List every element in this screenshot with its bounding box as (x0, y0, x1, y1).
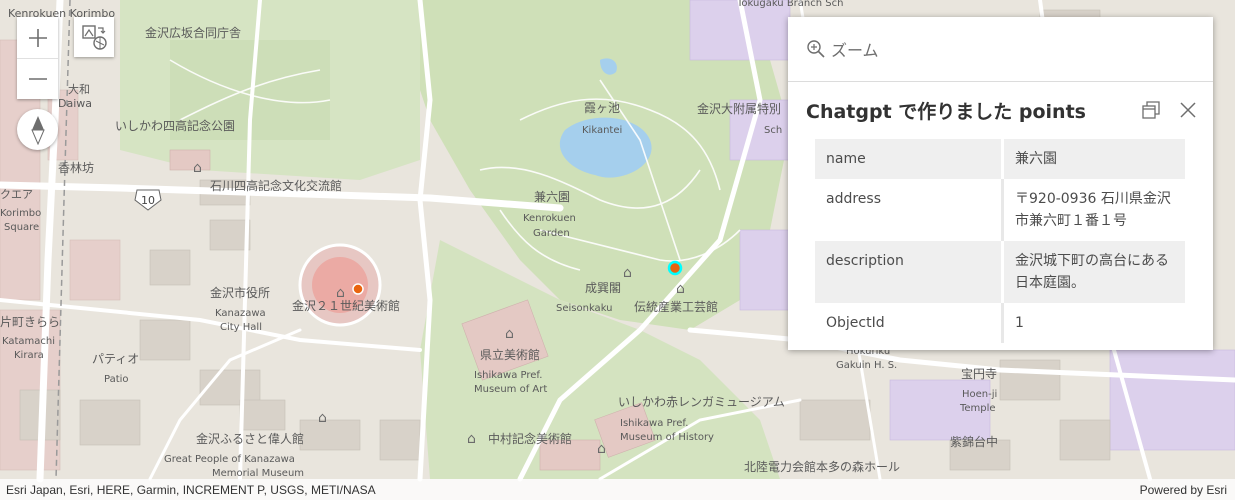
map-label: Katamachi (2, 336, 55, 347)
map-label: 片町きらら (0, 315, 60, 329)
close-icon (1180, 102, 1196, 118)
map-label: 伝統産業工芸館 (634, 299, 718, 314)
map-label: 北陸電力会館本多の森ホール (744, 459, 900, 474)
attribute-key: description (815, 241, 1004, 303)
map-label: 成巽閣 (585, 281, 621, 295)
museum-icon: ⌂ (318, 410, 327, 426)
map-label: Ishikawa Pref. (620, 418, 688, 429)
attribute-value: 金沢城下町の高台にある日本庭園。 (1002, 241, 1185, 303)
map-label: Sch (764, 125, 782, 136)
popup-toolbar: ズーム (788, 17, 1213, 82)
map-label: 香林坊 (58, 160, 94, 175)
attribute-key: ObjectId (815, 303, 1004, 343)
table-row: ObjectId 1 (815, 303, 1185, 343)
attribute-key: name (815, 139, 1004, 179)
museum-icon: ⌂ (467, 431, 476, 447)
map-label: Korimbo (0, 208, 41, 219)
map-label: 県立美術館 (480, 347, 540, 362)
zoom-to-feature-button[interactable]: ズーム (806, 37, 879, 61)
attribute-value: 〒920-0936 石川県金沢市兼六町１番１号 (1015, 191, 1171, 229)
map-label: いしかわ赤レンガミュージアム (618, 395, 785, 409)
attribute-value: 1 (1015, 315, 1024, 331)
map-label: 宝円寺 (961, 367, 997, 381)
map-label: City Hall (220, 322, 262, 333)
map-label: Gakuin H. S. (836, 360, 897, 371)
close-popup-button[interactable] (1179, 101, 1197, 119)
attribution-sources[interactable]: Esri Japan, Esri, HERE, Garmin, INCREMEN… (6, 483, 376, 497)
map-label: Seisonkaku (556, 303, 613, 314)
museum-icon: ⌂ (623, 265, 632, 281)
map-label: 金沢ふるさと偉人館 (196, 431, 304, 446)
table-row: address 〒920-0936 石川県金沢市兼六町１番１号 (815, 179, 1185, 241)
powered-by-esri-link[interactable]: Powered by Esri (1140, 483, 1227, 497)
attribution-bar: Esri Japan, Esri, HERE, Garmin, INCREMEN… (0, 479, 1235, 500)
popup-header: Chatgpt で作りました points (788, 82, 1213, 138)
map-label: Temple (959, 403, 996, 414)
basemap-toggle-button[interactable] (74, 17, 114, 57)
map-label: 霞ヶ池 (584, 101, 620, 115)
zoom-in-magnifier-icon (807, 40, 825, 58)
plus-icon (28, 28, 47, 47)
map-label: Museum of History (620, 432, 714, 443)
map-label: Tokugaku Branch Sch (736, 0, 843, 9)
map-label: 金沢２１世紀美術館 (292, 298, 400, 313)
attribute-value: 兼六園 (1002, 139, 1185, 179)
map-label: 金沢広坂合同庁舎 (145, 25, 241, 40)
map-label: Patio (104, 374, 129, 385)
route-number-label: 10 (141, 194, 155, 207)
map-label: Kanazawa (215, 308, 266, 319)
map-label: 金沢大附属特別 (697, 101, 781, 116)
map-label: 紫錦台中 (950, 434, 998, 449)
map-label: Daiwa (58, 97, 92, 110)
museum-icon: ⌂ (505, 326, 514, 342)
compass-button[interactable] (17, 109, 58, 150)
museum-icon: ⌂ (676, 281, 685, 297)
map-label: Square (4, 222, 39, 233)
minus-icon (28, 78, 47, 80)
museum-icon: ⌂ (193, 160, 202, 176)
map-label: 中村記念美術館 (488, 431, 572, 446)
map-label: 兼六園 (534, 190, 570, 204)
point-marker (352, 283, 364, 295)
zoom-in-button[interactable] (17, 17, 58, 58)
map-label: Ishikawa Pref. (474, 370, 542, 381)
museum-icon: ⌂ (597, 441, 606, 457)
zoom-action-label: ズーム (831, 41, 879, 60)
zoom-controls (17, 17, 58, 99)
map-label: 石川四高記念文化交流館 (210, 178, 342, 193)
map-label: 金沢市役所 (210, 285, 270, 300)
attribute-key: address (815, 179, 1004, 241)
map-swap-icon (82, 25, 107, 50)
map-label: 大和 (68, 82, 90, 96)
compass-icon (30, 115, 45, 145)
map-label: Kirara (14, 350, 44, 361)
map-label: いしかわ四高記念公園 (115, 118, 235, 133)
map-label: Great People of Kanazawa (164, 454, 295, 465)
feature-popup: ズーム Chatgpt で作りました points name 兼六園 addre… (788, 17, 1213, 350)
map-label: クエア (0, 188, 33, 201)
map-label: Garden (533, 228, 570, 239)
map-label: Hoen-ji (962, 389, 997, 400)
table-row: name 兼六園 (815, 139, 1185, 179)
dock-popup-button[interactable] (1141, 100, 1161, 120)
map-label: Kenrokuen (523, 213, 576, 224)
zoom-out-button[interactable] (17, 58, 58, 99)
table-row: description 金沢城下町の高台にある日本庭園。 (815, 241, 1185, 303)
map-label: Kikantei (582, 125, 622, 136)
map-label: Memorial Museum (212, 468, 304, 479)
dock-icon (1142, 101, 1160, 119)
popup-title: Chatgpt で作りました points (806, 100, 1086, 123)
map-label: Museum of Art (474, 384, 547, 395)
map-label: パティオ (92, 352, 139, 366)
attribute-table: name 兼六園 address 〒920-0936 石川県金沢市兼六町１番１号… (815, 139, 1185, 343)
selected-point-marker (667, 260, 683, 276)
